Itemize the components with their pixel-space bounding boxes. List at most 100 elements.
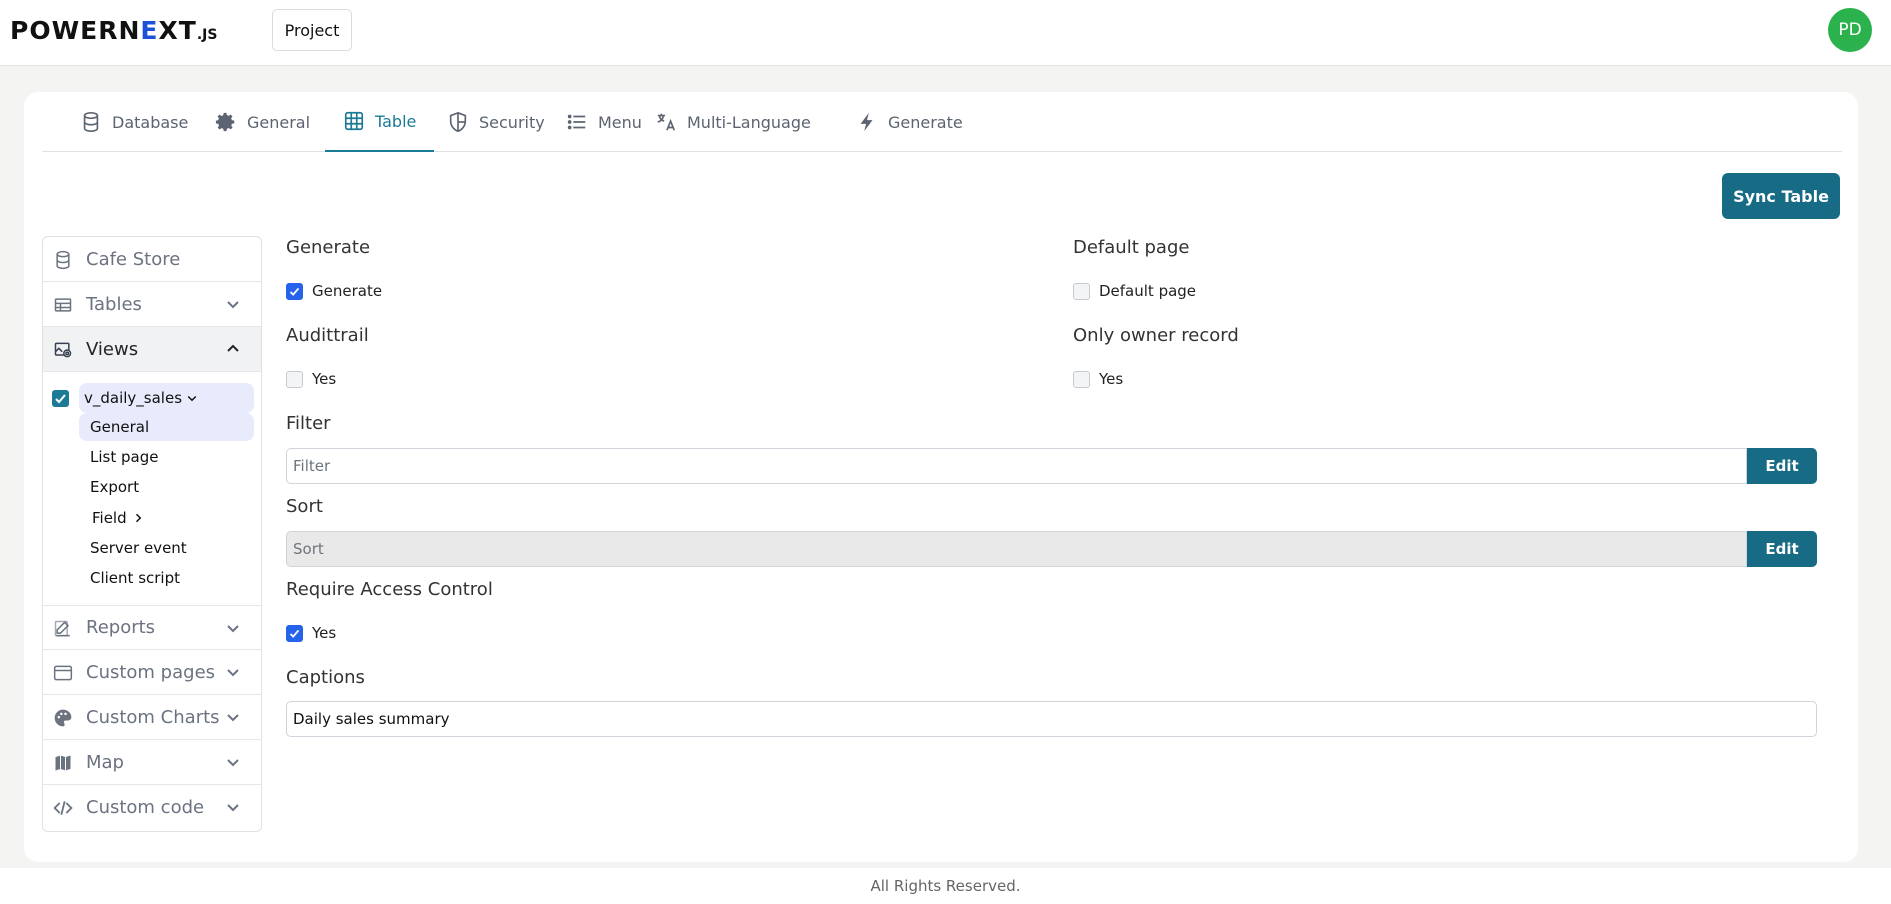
filter-input[interactable]: Filter <box>286 448 1747 484</box>
footer: All Rights Reserved. <box>0 868 1891 904</box>
chevron-down-icon <box>227 714 239 722</box>
chevron-down-icon <box>227 669 239 677</box>
sidebar-item-label: Views <box>86 338 139 360</box>
palette-icon <box>54 709 72 727</box>
logo-text-end: XT <box>158 16 197 45</box>
translate-icon <box>657 113 676 131</box>
chevron-right-icon <box>135 513 141 523</box>
logo-accent: E <box>140 16 159 45</box>
audittrail-checkbox[interactable] <box>286 370 303 388</box>
view-icon <box>54 342 72 358</box>
main-card: Database General Table Security Menu Mul… <box>24 92 1858 862</box>
tab-label: Multi-Language <box>687 112 811 132</box>
sort-edit-button[interactable]: Edit <box>1747 531 1817 567</box>
sidebar-item-label: Cafe Store <box>86 248 181 270</box>
check-icon <box>289 287 300 296</box>
check-icon <box>289 629 300 638</box>
audittrail-checkbox-row[interactable]: Yes <box>286 370 336 388</box>
generate-checkbox[interactable] <box>286 282 303 300</box>
object-sidebar: Cafe Store Tables Views v_daily_sales Ge… <box>42 236 262 832</box>
captions-title: Captions <box>286 667 365 688</box>
view-checkbox[interactable] <box>52 390 69 407</box>
sub-item-label: Field <box>92 509 127 527</box>
filter-input-group: Filter Edit <box>286 448 1817 484</box>
sort-input: Sort <box>286 531 1747 567</box>
chevron-down-icon <box>227 804 239 812</box>
only-owner-checkbox-label: Yes <box>1099 370 1124 388</box>
tab-security[interactable]: Security <box>429 92 563 152</box>
generate-checkbox-row[interactable]: Generate <box>286 282 382 300</box>
tab-label: General <box>247 112 311 132</box>
view-node-v-daily-sales[interactable]: v_daily_sales <box>79 383 254 413</box>
access-control-checkbox[interactable] <box>286 624 303 642</box>
default-page-checkbox-label: Default page <box>1099 282 1197 300</box>
database-icon <box>56 250 70 270</box>
project-button[interactable]: Project <box>272 9 352 51</box>
logo-suffix: .JS <box>196 27 218 43</box>
user-avatar[interactable]: PD <box>1828 8 1872 52</box>
audittrail-checkbox-label: Yes <box>312 370 337 388</box>
tab-label: Database <box>112 112 189 132</box>
sidebar-item-label: Custom code <box>86 797 205 818</box>
filter-edit-button[interactable]: Edit <box>1747 448 1817 484</box>
sub-item-field[interactable]: Field <box>79 504 254 532</box>
top-navbar: POWERNEXT.JS Project PD <box>0 0 1891 66</box>
list-icon <box>567 114 586 130</box>
tab-database[interactable]: Database <box>62 92 206 152</box>
captions-input[interactable]: Daily sales summary <box>286 701 1817 737</box>
table-icon <box>54 298 72 312</box>
sub-item-general[interactable]: General <box>79 413 254 441</box>
edit-icon <box>54 620 70 637</box>
sidebar-item-tables[interactable]: Tables <box>43 282 261 327</box>
sidebar-item-custom-charts[interactable]: Custom Charts <box>43 695 261 740</box>
access-control-checkbox-row[interactable]: Yes <box>286 624 336 642</box>
default-page-checkbox-row[interactable]: Default page <box>1073 282 1196 300</box>
sort-title: Sort <box>286 496 323 517</box>
tab-label: Table <box>375 111 417 131</box>
tab-generate[interactable]: Generate <box>838 92 981 152</box>
default-page-title: Default page <box>1073 237 1190 258</box>
sidebar-item-label: Custom pages <box>86 661 216 683</box>
access-control-checkbox-label: Yes <box>312 624 337 642</box>
default-page-checkbox[interactable] <box>1073 282 1090 300</box>
only-owner-title: Only owner record <box>1073 325 1239 346</box>
sub-item-list-page[interactable]: List page <box>79 443 254 471</box>
chevron-down-icon <box>187 395 197 402</box>
tab-label: Security <box>479 112 545 132</box>
code-icon <box>53 801 73 815</box>
sidebar-item-custom-pages[interactable]: Custom pages <box>43 650 261 695</box>
tab-label: Menu <box>598 112 642 132</box>
sub-item-server-event[interactable]: Server event <box>79 534 254 562</box>
database-icon <box>83 112 99 132</box>
sub-item-export[interactable]: Export <box>79 473 254 501</box>
chevron-up-icon <box>227 344 239 352</box>
map-icon <box>55 755 71 771</box>
bolt-icon <box>860 112 873 132</box>
gear-icon <box>215 112 235 132</box>
logo-text: POWERN <box>10 16 141 45</box>
sidebar-item-reports[interactable]: Reports <box>43 605 261 650</box>
sync-table-button[interactable]: Sync Table <box>1722 173 1840 219</box>
tab-general[interactable]: General <box>197 92 328 152</box>
app-logo[interactable]: POWERNEXT.JS <box>10 16 217 46</box>
generate-title: Generate <box>286 237 371 258</box>
view-node-label: v_daily_sales <box>84 389 183 407</box>
sub-item-client-script[interactable]: Client script <box>79 564 254 592</box>
tab-multi-language[interactable]: Multi-Language <box>637 92 829 152</box>
sidebar-item-map[interactable]: Map <box>43 740 261 785</box>
sort-input-group: Sort Edit <box>286 531 1817 567</box>
access-control-title: Require Access Control <box>286 579 493 600</box>
browser-icon <box>53 665 73 681</box>
table-icon <box>344 111 364 131</box>
filter-title: Filter <box>286 413 331 434</box>
audittrail-title: Audittrail <box>286 325 369 346</box>
only-owner-checkbox[interactable] <box>1073 370 1090 388</box>
sidebar-item-views[interactable]: Views <box>43 327 261 372</box>
tab-table[interactable]: Table <box>325 92 435 152</box>
chevron-down-icon <box>227 301 239 309</box>
tab-bar: Database General Table Security Menu Mul… <box>42 92 1842 152</box>
sidebar-item-custom-code[interactable]: Custom code <box>43 785 261 830</box>
only-owner-checkbox-row[interactable]: Yes <box>1073 370 1123 388</box>
sidebar-item-database[interactable]: Cafe Store <box>43 237 261 282</box>
sidebar-item-label: Tables <box>86 293 142 315</box>
